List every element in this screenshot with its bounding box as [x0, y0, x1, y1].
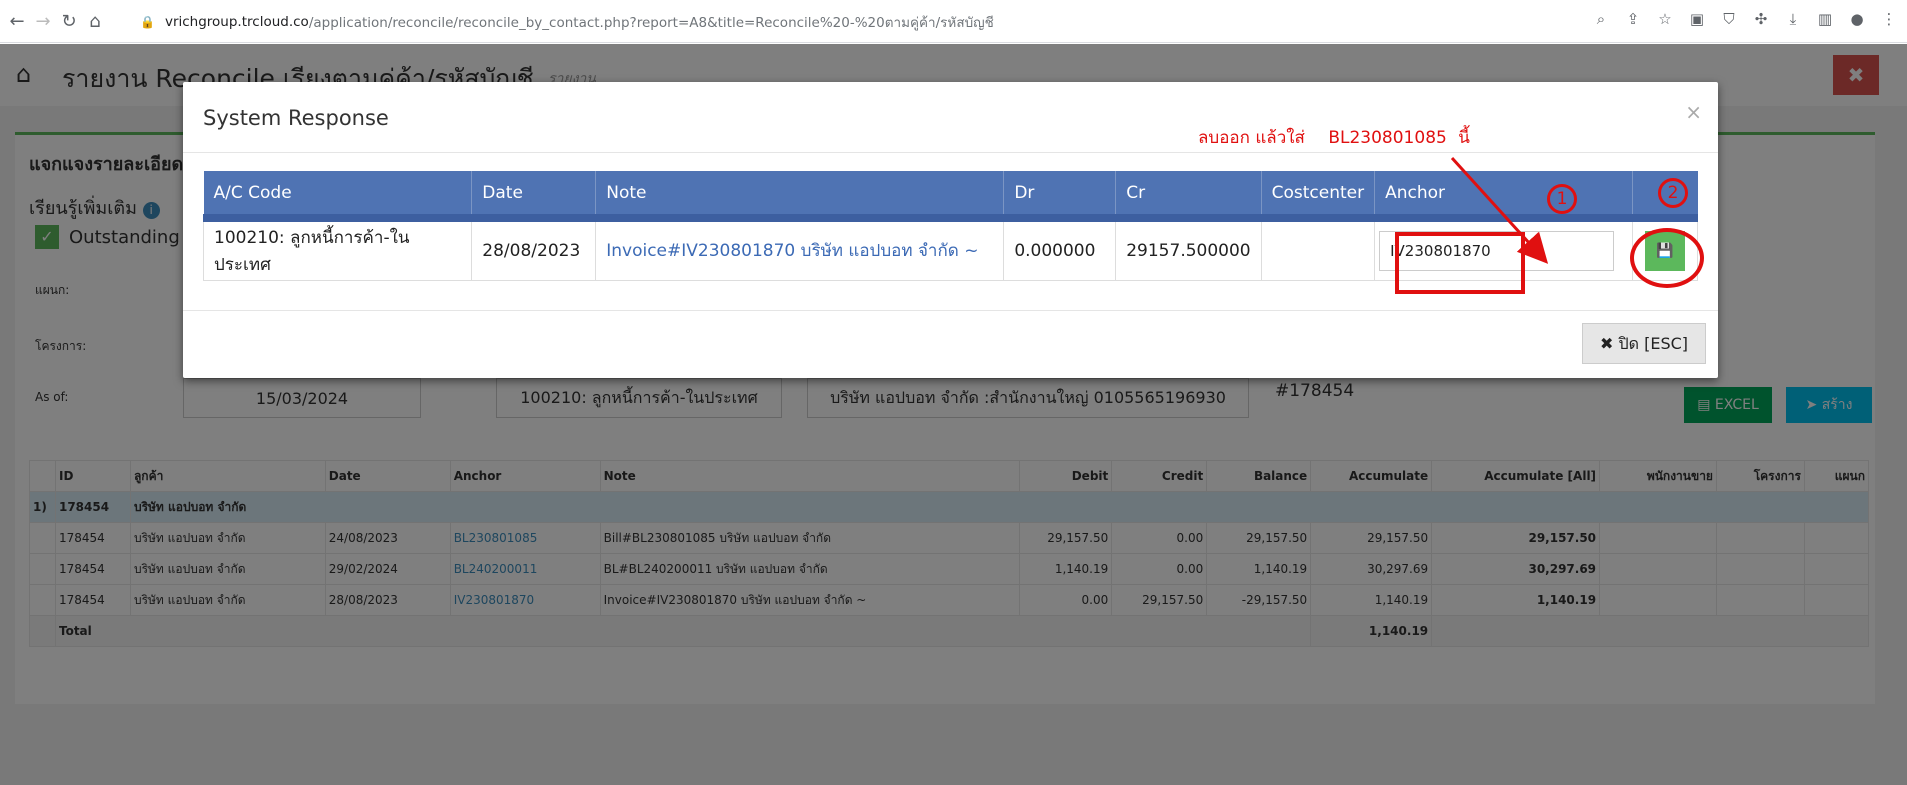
annotation-arrow [1450, 156, 1549, 264]
